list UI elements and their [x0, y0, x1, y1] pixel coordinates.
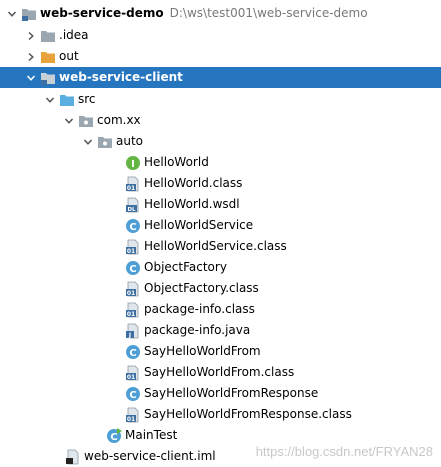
file-label: HelloWorldService.class	[144, 239, 287, 253]
svg-text:C: C	[129, 348, 136, 359]
iml-file-icon	[65, 449, 81, 465]
file-label: ObjectFactory	[144, 260, 227, 274]
svg-text:I: I	[131, 159, 135, 170]
tree-row-file[interactable]: C SayHelloWorldFromResponse	[0, 383, 441, 404]
tree-row-out[interactable]: out	[0, 46, 441, 67]
main-test-label: MainTest	[125, 428, 178, 442]
excluded-folder-icon	[40, 49, 56, 65]
svg-text:DL: DL	[127, 207, 136, 213]
svg-text:C: C	[129, 390, 136, 401]
file-label: HelloWorld.wsdl	[144, 197, 240, 211]
svg-text:01: 01	[127, 311, 135, 318]
tree-row-file[interactable]: J package-info.java	[0, 320, 441, 341]
tree-row-file[interactable]: 01 SayHelloWorldFromResponse.class	[0, 404, 441, 425]
project-tree: web-service-demo D:\ws\test001\web-servi…	[0, 0, 441, 467]
class-file-icon: 01	[125, 281, 141, 297]
class-file-icon: 01	[125, 302, 141, 318]
class-file-icon: 01	[125, 407, 141, 423]
chevron-down-icon[interactable]	[6, 3, 18, 24]
file-label: SayHelloWorldFromResponse.class	[144, 407, 352, 421]
interface-icon: I	[125, 155, 141, 171]
tree-row-file[interactable]: C SayHelloWorldFrom	[0, 341, 441, 362]
file-label: SayHelloWorldFromResponse	[144, 386, 319, 400]
package-label: com.xx	[97, 113, 141, 127]
class-icon: C	[125, 218, 141, 234]
module-folder-icon	[40, 70, 56, 86]
tree-row-file[interactable]: DL HelloWorld.wsdl	[0, 194, 441, 215]
class-icon: C	[125, 344, 141, 360]
class-icon: C	[125, 386, 141, 402]
svg-text:J: J	[128, 332, 131, 339]
tree-row-file[interactable]: 01 ObjectFactory.class	[0, 278, 441, 299]
tree-row-main-test[interactable]: C MainTest	[0, 425, 441, 446]
chevron-right-icon[interactable]	[25, 25, 37, 46]
chevron-down-icon[interactable]	[63, 110, 75, 131]
file-label: package-info.java	[144, 323, 251, 337]
tree-row-file[interactable]: 01 HelloWorld.class	[0, 173, 441, 194]
iml-label: web-service-client.iml	[84, 449, 216, 463]
tree-row-idea[interactable]: .idea	[0, 25, 441, 46]
class-file-icon: 01	[125, 239, 141, 255]
file-label: SayHelloWorldFrom.class	[144, 365, 295, 379]
client-label: web-service-client	[59, 70, 183, 84]
class-file-icon: 01	[125, 176, 141, 192]
tree-row-file[interactable]: 01 package-info.class	[0, 299, 441, 320]
chevron-down-icon[interactable]	[82, 131, 94, 152]
source-folder-icon	[59, 92, 75, 108]
file-label: HelloWorldService	[144, 218, 254, 232]
svg-text:01: 01	[127, 374, 135, 381]
src-label: src	[78, 92, 96, 106]
tree-row-file[interactable]: C HelloWorldService	[0, 215, 441, 236]
svg-text:C: C	[129, 264, 136, 275]
file-label: package-info.class	[144, 302, 255, 316]
tree-row-file[interactable]: C ObjectFactory	[0, 257, 441, 278]
file-label: SayHelloWorldFrom	[144, 344, 261, 358]
chevron-down-icon[interactable]	[44, 89, 56, 110]
svg-text:01: 01	[127, 185, 135, 192]
tree-row-src[interactable]: src	[0, 89, 441, 110]
module-folder-icon	[21, 6, 37, 22]
folder-icon	[40, 28, 56, 44]
package-icon	[97, 134, 113, 150]
tree-row-package-auto[interactable]: auto	[0, 131, 441, 152]
auto-label: auto	[116, 134, 144, 148]
chevron-right-icon[interactable]	[25, 46, 37, 67]
file-label: HelloWorld.class	[144, 176, 243, 190]
svg-text:C: C	[129, 222, 136, 233]
root-label: web-service-demo	[40, 6, 164, 20]
java-file-icon: J	[125, 323, 141, 339]
out-label: out	[59, 49, 79, 63]
tree-row-package-com-xx[interactable]: com.xx	[0, 110, 441, 131]
watermark: https://blog.csdn.net/FRYAN28	[255, 444, 433, 459]
svg-text:01: 01	[127, 290, 135, 297]
idea-label: .idea	[59, 28, 89, 42]
runnable-class-icon: C	[106, 427, 122, 444]
class-icon: C	[125, 260, 141, 276]
svg-text:C: C	[110, 432, 117, 443]
file-label: HelloWorld	[144, 155, 209, 169]
class-file-icon: 01	[125, 365, 141, 381]
tree-row-file[interactable]: I HelloWorld	[0, 152, 441, 173]
wsdl-file-icon: DL	[125, 197, 141, 213]
tree-row-client[interactable]: web-service-client	[0, 67, 441, 88]
tree-row-file[interactable]: 01 SayHelloWorldFrom.class	[0, 362, 441, 383]
chevron-down-icon[interactable]	[25, 67, 37, 88]
package-icon	[78, 113, 94, 129]
tree-row-file[interactable]: 01 HelloWorldService.class	[0, 236, 441, 257]
svg-text:01: 01	[127, 416, 135, 423]
file-label: ObjectFactory.class	[144, 281, 259, 295]
tree-row-root[interactable]: web-service-demo D:\ws\test001\web-servi…	[0, 3, 441, 24]
root-path: D:\ws\test001\web-service-demo	[169, 6, 368, 20]
svg-text:01: 01	[127, 248, 135, 255]
